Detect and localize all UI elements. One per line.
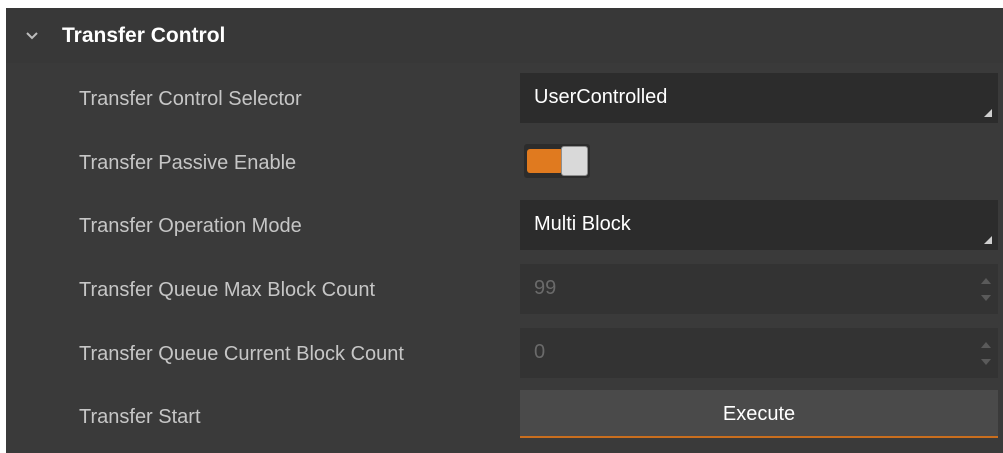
transfer-control-selector-label: Transfer Control Selector	[79, 88, 302, 110]
transfer-operation-mode-label: Transfer Operation Mode	[79, 215, 302, 237]
section-header[interactable]: Transfer Control	[6, 8, 1003, 63]
dropdown-corner-icon	[984, 109, 992, 117]
transfer-control-selector-value: UserControlled	[534, 86, 668, 108]
spin-up-icon	[981, 278, 991, 284]
execute-button[interactable]: Execute	[520, 390, 998, 438]
toggle-on-indicator	[527, 149, 563, 173]
spin-down-icon	[981, 295, 991, 301]
transfer-queue-current-block-count-field: 0	[520, 328, 998, 378]
transfer-operation-mode-dropdown[interactable]: Multi Block	[520, 200, 998, 250]
transfer-queue-max-block-count-value: 99	[534, 277, 557, 299]
toggle-knob[interactable]	[561, 146, 588, 176]
dropdown-corner-icon	[984, 236, 992, 244]
spin-up-icon	[981, 342, 991, 348]
chevron-down-icon[interactable]	[24, 28, 40, 44]
execute-button-label: Execute	[722, 403, 796, 425]
transfer-queue-current-block-count-label: Transfer Queue Current Block Count	[79, 343, 404, 365]
transfer-queue-current-block-count-value: 0	[534, 341, 546, 363]
transfer-queue-max-block-count-label: Transfer Queue Max Block Count	[79, 279, 376, 301]
transfer-queue-max-block-count-field: 99	[520, 264, 998, 314]
transfer-control-panel: Transfer Control Transfer Control Select…	[6, 8, 1003, 453]
transfer-passive-enable-toggle[interactable]	[524, 144, 590, 178]
transfer-start-label: Transfer Start	[79, 406, 201, 428]
spin-down-icon	[981, 359, 991, 365]
section-title: Transfer Control	[62, 24, 226, 47]
transfer-operation-mode-value: Multi Block	[534, 213, 631, 235]
transfer-passive-enable-label: Transfer Passive Enable	[79, 152, 297, 174]
transfer-control-selector-dropdown[interactable]: UserControlled	[520, 73, 998, 123]
